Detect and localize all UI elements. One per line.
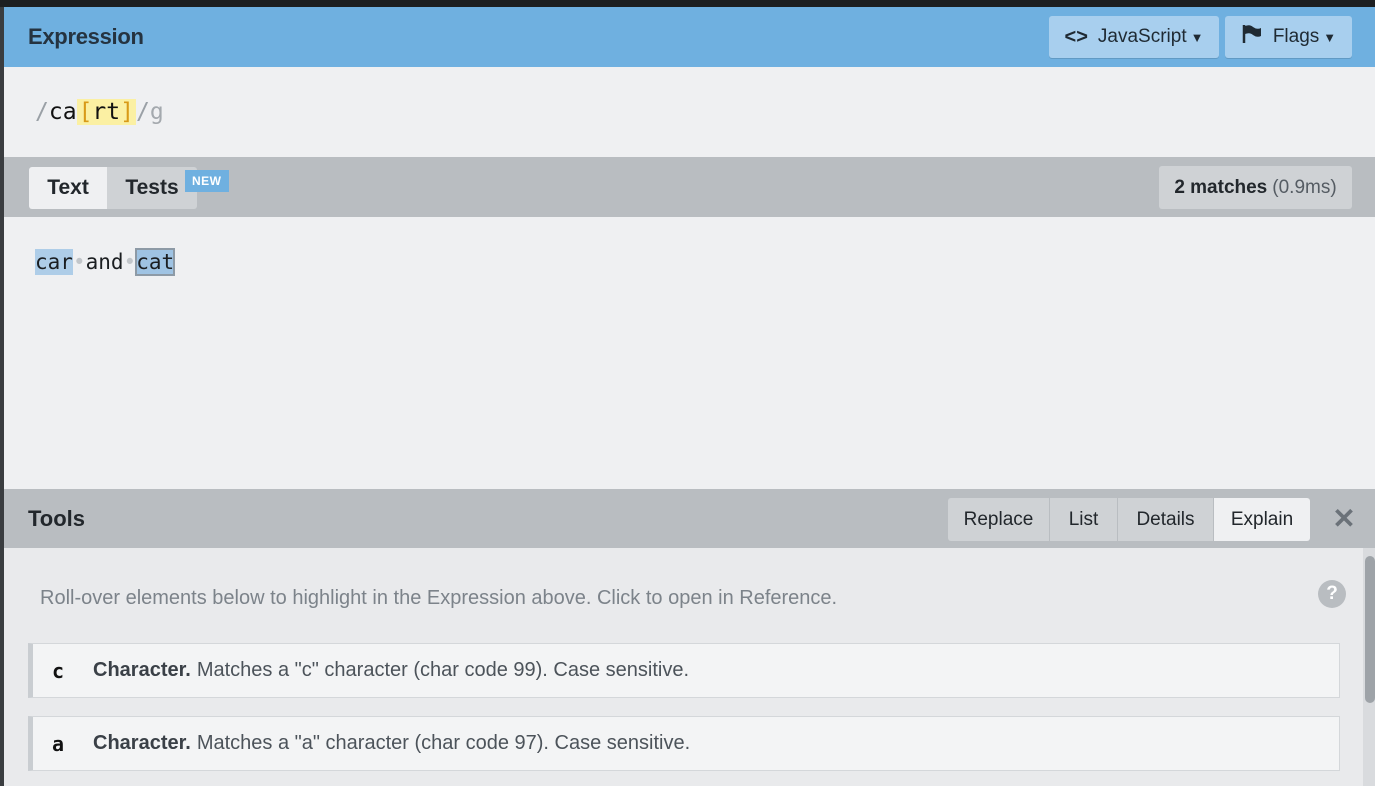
- explain-kind: Character.: [93, 659, 191, 681]
- match-highlight[interactable]: car: [35, 249, 73, 275]
- pattern-literal: ca: [48, 99, 77, 125]
- explain-hint: Roll-over elements below to highlight in…: [40, 587, 838, 609]
- tab-list[interactable]: List: [1050, 498, 1118, 541]
- caret-down-icon: ▼: [1323, 29, 1337, 45]
- explain-text: Matches a "a" character (char code 97). …: [196, 732, 691, 754]
- flag-icon: [1241, 24, 1263, 50]
- set-chars: rt: [92, 99, 121, 125]
- flags-button[interactable]: Flags ▼: [1225, 16, 1352, 58]
- tools-title: Tools: [28, 506, 86, 531]
- pattern-flags[interactable]: g: [150, 99, 164, 125]
- explain-description: Character. Matches a "a" character (char …: [93, 732, 690, 755]
- explain-row[interactable]: a Character. Matches a "a" character (cha…: [28, 716, 1340, 771]
- tab-explain[interactable]: Explain: [1214, 498, 1310, 541]
- explain-panel: Roll-over elements below to highlight in…: [4, 548, 1375, 786]
- explain-row[interactable]: c Character. Matches a "c" character (cha…: [28, 643, 1340, 698]
- character-set: [rt]: [76, 99, 136, 125]
- close-icon[interactable]: ✕: [1330, 503, 1358, 534]
- tab-details[interactable]: Details: [1118, 498, 1214, 541]
- caret-down-icon: ▼: [1190, 29, 1204, 45]
- flavor-label: JavaScript: [1097, 26, 1187, 47]
- space-marker: •: [123, 250, 137, 274]
- expression-input[interactable]: / ca [rt] / g: [4, 67, 1375, 157]
- set-close: ]: [120, 99, 134, 125]
- open-delimiter: /: [35, 99, 49, 125]
- tools-bar: Tools Replace List Details Explain ✕: [4, 489, 1375, 549]
- set-open: [: [78, 99, 93, 125]
- tab-replace[interactable]: Replace: [948, 498, 1050, 541]
- help-icon[interactable]: ?: [1318, 580, 1346, 608]
- explain-scrollbar-thumb[interactable]: [1365, 556, 1375, 703]
- flags-label: Flags: [1272, 26, 1320, 47]
- new-badge: NEW: [185, 170, 229, 192]
- tools-tabs: Replace List Details Explain: [948, 498, 1310, 541]
- explain-kind: Character.: [93, 732, 191, 754]
- test-text-input[interactable]: car•and•cat: [4, 217, 1375, 489]
- flavor-button[interactable]: <> JavaScript ▼: [1049, 16, 1219, 58]
- expression-header: Expression <> JavaScript ▼ Flags ▼: [4, 7, 1375, 67]
- regex-app: Expression <> JavaScript ▼ Flags ▼ / ca …: [4, 7, 1375, 786]
- match-count-badge: 2 matches (0.9ms): [1159, 166, 1352, 209]
- explain-text: Matches a "c" character (char code 99). …: [196, 659, 690, 681]
- close-delimiter: /: [135, 99, 150, 125]
- tab-tests[interactable]: Tests: [107, 167, 197, 209]
- match-highlight-selected[interactable]: cat: [135, 248, 176, 276]
- explain-token: a: [52, 731, 65, 756]
- tab-text[interactable]: Text: [29, 167, 107, 209]
- code-brackets-icon: <>: [1064, 25, 1088, 48]
- expression-title: Expression: [28, 24, 144, 49]
- explain-token: c: [52, 658, 65, 683]
- match-count: 2 matches: [1174, 176, 1268, 198]
- space-marker: •: [72, 250, 86, 274]
- text-word: and: [85, 250, 124, 274]
- explain-description: Character. Matches a "c" character (char …: [93, 659, 689, 682]
- match-time: (0.9ms): [1272, 176, 1337, 198]
- text-tabs-bar: Text Tests NEW 2 matches (0.9ms): [4, 157, 1375, 217]
